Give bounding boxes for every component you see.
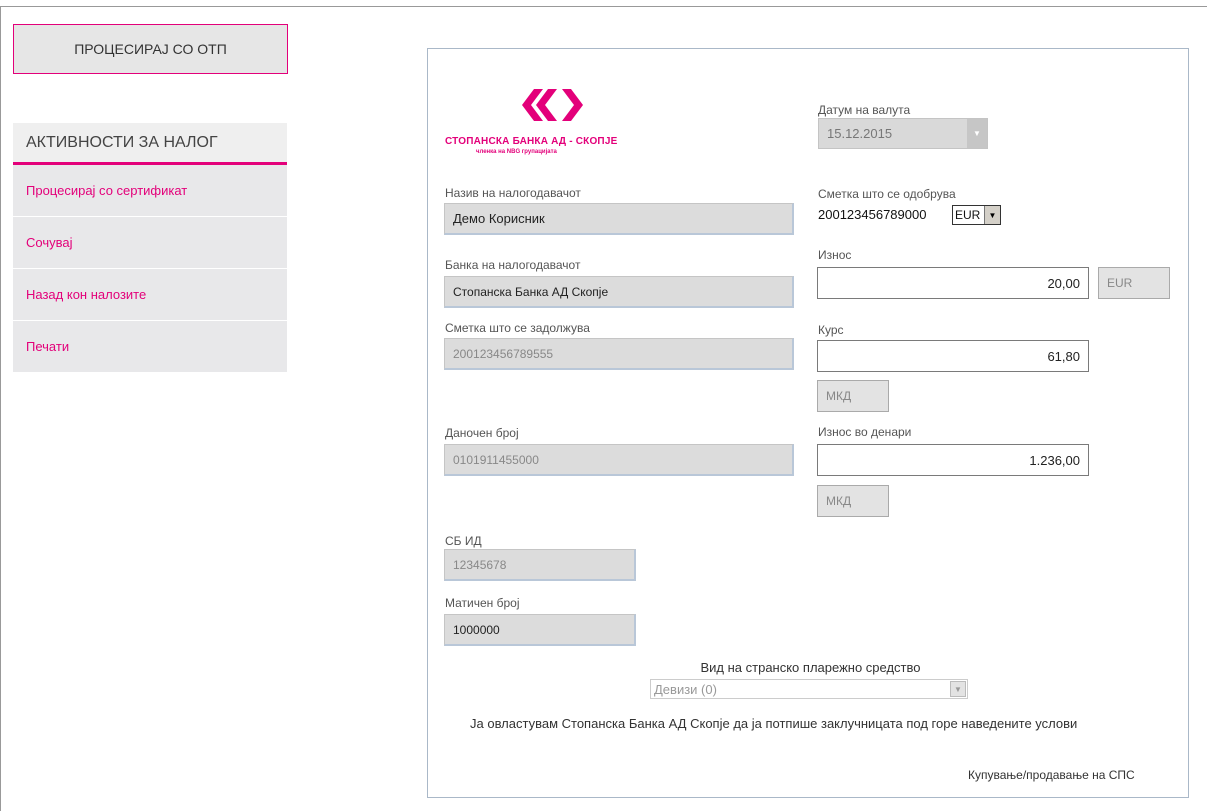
window-top-border bbox=[0, 6, 1207, 7]
credit-account-value: 200123456789000 bbox=[818, 207, 927, 222]
reg-number-field[interactable]: 1000000 bbox=[444, 614, 636, 646]
sb-id-field[interactable]: 12345678 bbox=[444, 549, 636, 581]
rate-input[interactable]: 61,80 bbox=[817, 340, 1089, 372]
amount-input[interactable]: 20,00 bbox=[817, 267, 1089, 299]
sidebar-title: АКТИВНОСТИ ЗА НАЛОГ bbox=[13, 123, 287, 165]
credit-currency-value: EUR bbox=[955, 208, 981, 222]
value-date-label: Датум на валута bbox=[818, 103, 911, 117]
chevron-down-icon[interactable]: ▼ bbox=[984, 206, 1000, 224]
sidebar-item-process-certificate[interactable]: Процесирај со сертификат bbox=[13, 165, 287, 217]
payer-name-label: Назив на налогодавачот bbox=[445, 186, 581, 200]
debit-account-label: Сметка што се задолжува bbox=[445, 321, 590, 335]
instrument-label: Вид на странско пларежно средство bbox=[700, 660, 921, 675]
bank-logo-subtitle: членка на NBG групацијата bbox=[476, 149, 557, 155]
amount-label: Износ bbox=[818, 248, 852, 262]
window-left-border bbox=[0, 6, 1, 811]
tax-number-label: Даночен број bbox=[445, 426, 519, 440]
credit-currency-select[interactable]: EUR ▼ bbox=[952, 205, 1001, 225]
sb-id-label: СБ ИД bbox=[445, 534, 482, 548]
tax-number-field[interactable]: 0101911455000 bbox=[444, 444, 794, 476]
value-date-select[interactable]: 15.12.2015 ▼ bbox=[818, 118, 988, 149]
sidebar: АКТИВНОСТИ ЗА НАЛОГ Процесирај со сертиф… bbox=[13, 123, 287, 373]
debit-account-field[interactable]: 200123456789555 bbox=[444, 338, 794, 370]
consent-text: Ја овластувам Стопанска Банка АД Скопје … bbox=[470, 716, 1078, 731]
sidebar-item-print[interactable]: Печати bbox=[13, 321, 287, 373]
rate-currency-field: МКД bbox=[817, 380, 889, 412]
amount-mkd-input[interactable]: 1.236,00 bbox=[817, 444, 1089, 476]
credit-account-label: Сметка што се одобрува bbox=[818, 187, 956, 201]
chevron-down-icon[interactable]: ▼ bbox=[967, 119, 987, 148]
rate-label: Курс bbox=[818, 323, 844, 337]
reg-number-label: Матичен број bbox=[445, 596, 520, 610]
payer-name-field[interactable]: Демо Корисник bbox=[444, 203, 794, 235]
bank-logo-name: СТОПАНСКА БАНКА АД - СКОПЈЕ bbox=[445, 136, 618, 147]
form-footer-title: Купување/продавање на СПС bbox=[968, 768, 1135, 782]
value-date-value: 15.12.2015 bbox=[827, 126, 893, 141]
payer-bank-label: Банка на налогодавачот bbox=[445, 258, 581, 272]
process-otp-button[interactable]: ПРОЦЕСИРАЈ СО ОТП bbox=[13, 24, 288, 74]
instrument-select[interactable]: Девизи (0) ▼ bbox=[650, 679, 968, 699]
sidebar-item-save[interactable]: Сочувај bbox=[13, 217, 287, 269]
amount-mkd-label: Износ во денари bbox=[818, 425, 912, 439]
payer-bank-field[interactable]: Стопанска Банка АД Скопје bbox=[444, 276, 794, 308]
chevron-down-icon[interactable]: ▼ bbox=[950, 681, 966, 697]
sidebar-item-back-to-orders[interactable]: Назад кон налозите bbox=[13, 269, 287, 321]
amount-currency-field: EUR bbox=[1098, 267, 1170, 299]
instrument-value: Девизи (0) bbox=[654, 682, 717, 697]
amount-mkd-currency-field: МКД bbox=[817, 485, 889, 517]
